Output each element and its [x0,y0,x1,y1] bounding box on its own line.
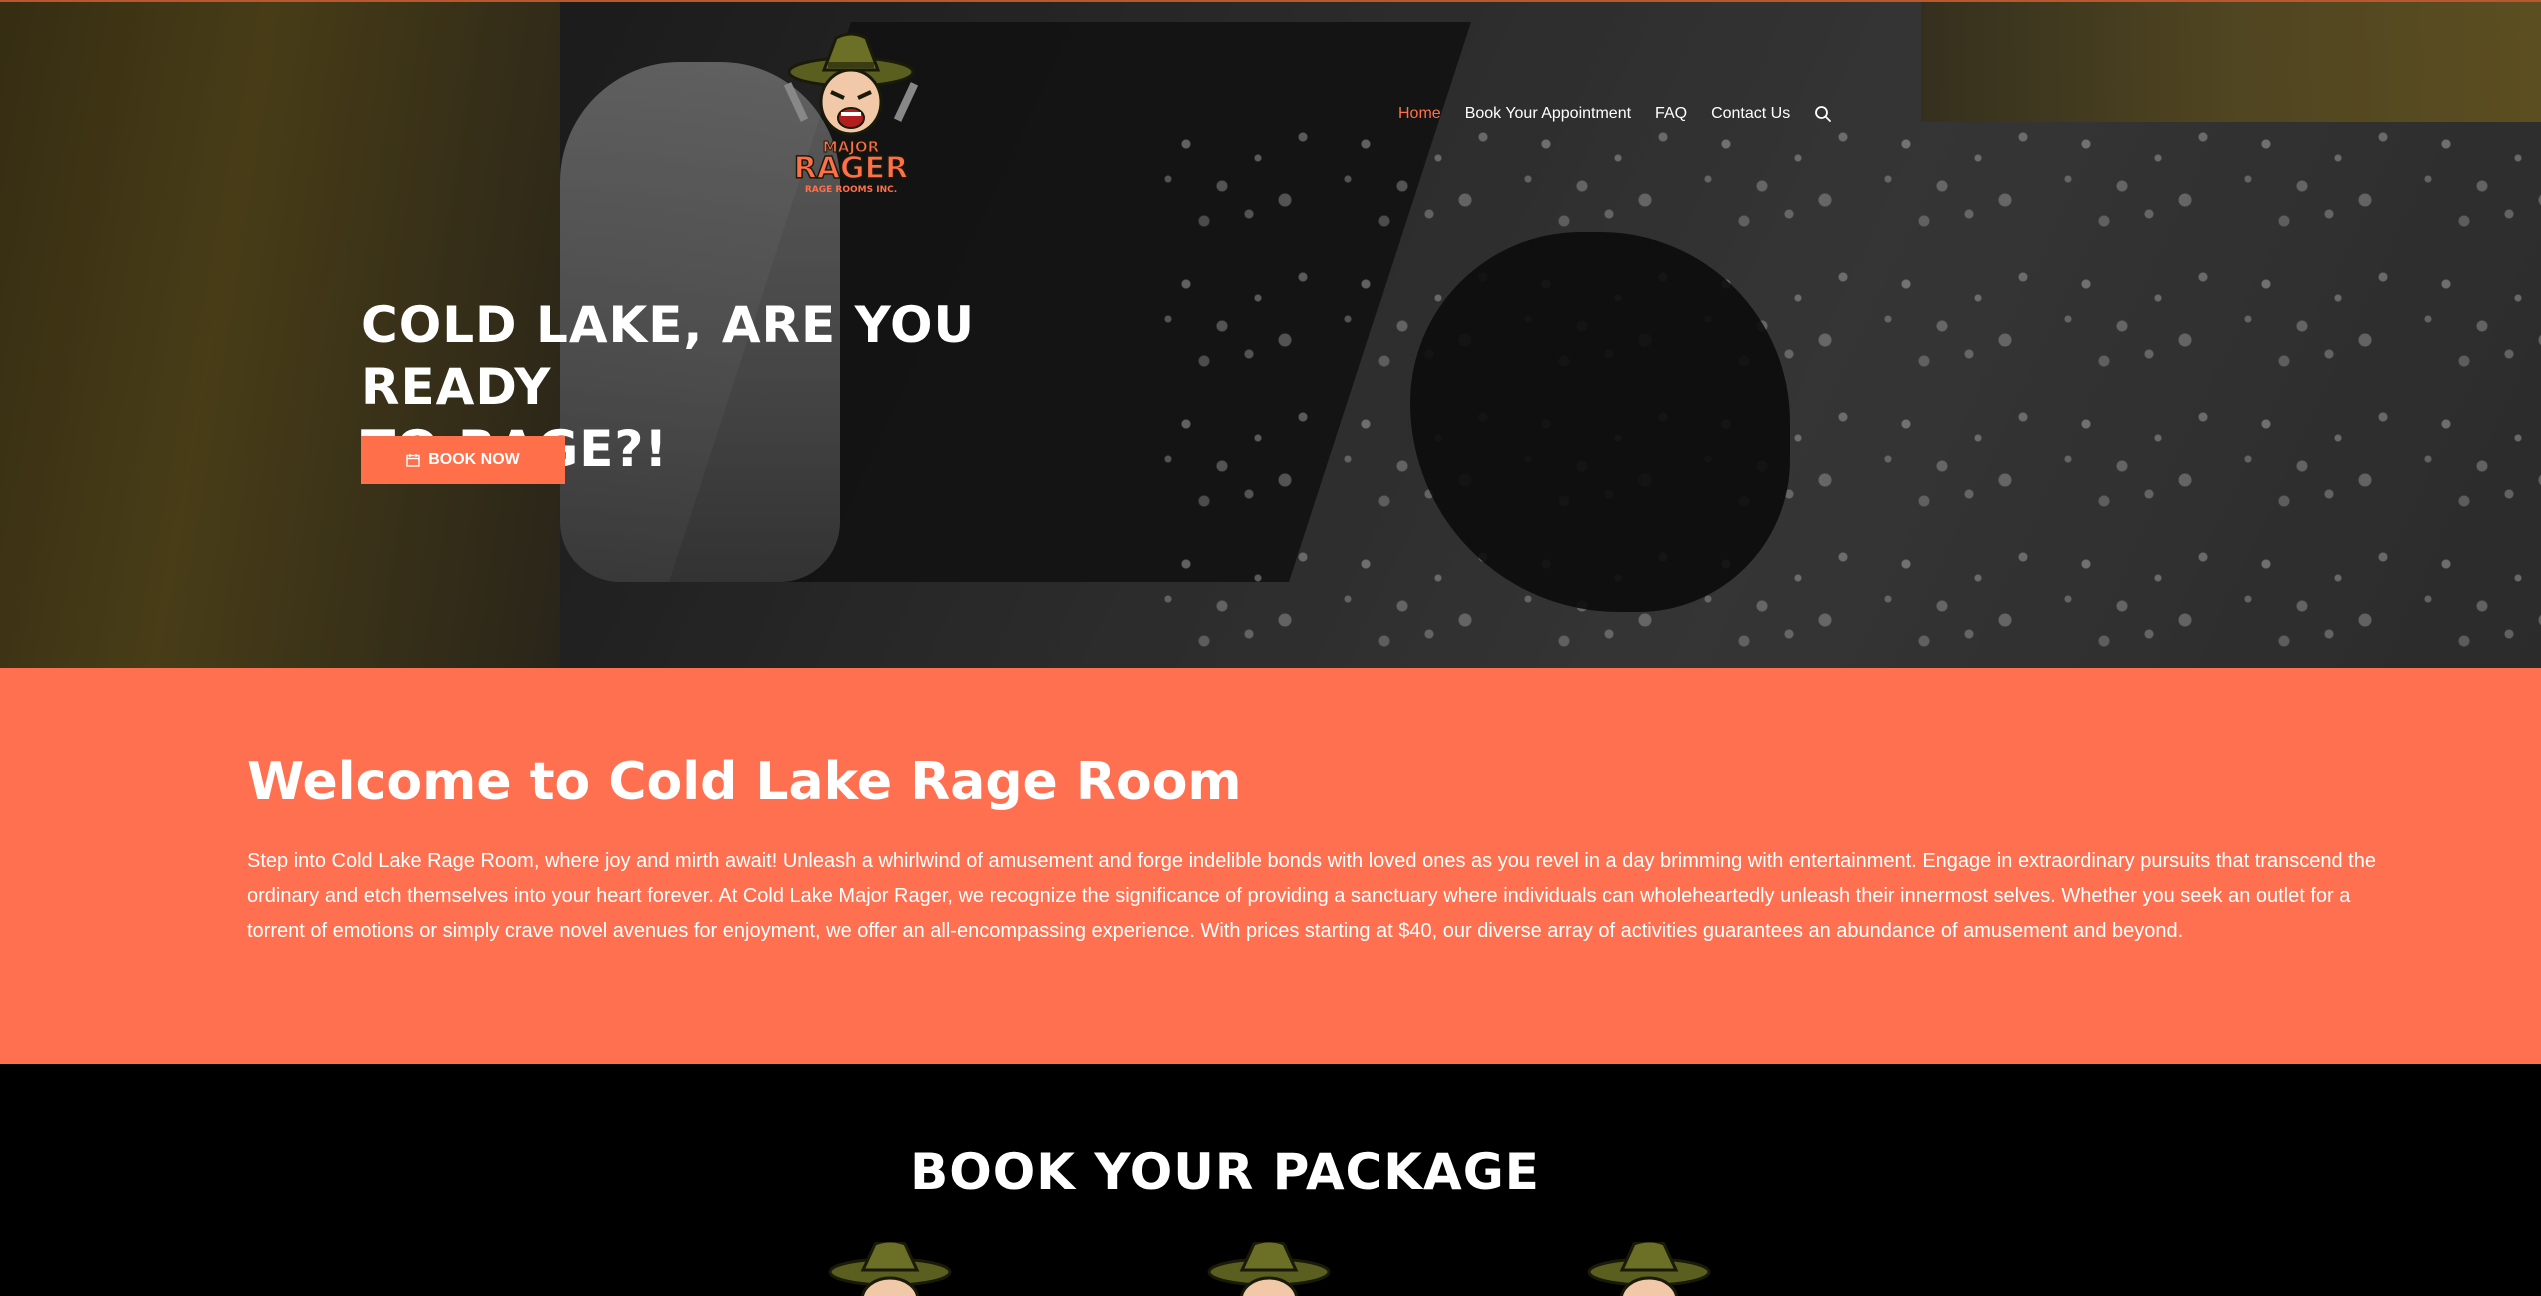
hero-section: MAJOR RAGER RAGE ROOMS INC. Home Book Yo… [0,0,2541,668]
package-logo [1207,1242,1331,1296]
package-logo [828,1242,952,1296]
welcome-section: Welcome to Cold Lake Rage Room Step into… [0,668,2541,1064]
packages-section: BOOK YOUR PACKAGE [0,1064,2541,1296]
nav-book-appointment[interactable]: Book Your Appointment [1465,105,1631,123]
main-nav: Home Book Your Appointment FAQ Contact U… [1398,102,1832,126]
nav-contact-us[interactable]: Contact Us [1711,105,1790,123]
logo-text-main: RAGER [794,151,909,186]
logo-text-sub: RAGE ROOMS INC. [805,185,897,195]
welcome-heading: Welcome to Cold Lake Rage Room [247,752,1242,812]
site-logo[interactable]: MAJOR RAGER RAGE ROOMS INC. [784,32,918,198]
hero-title-line1: COLD LAKE, ARE YOU READY [361,296,976,416]
book-now-button[interactable]: BOOK NOW [361,436,565,484]
welcome-body: Step into Cold Lake Rage Room, where joy… [247,850,2376,942]
nav-faq[interactable]: FAQ [1655,105,1687,123]
book-now-label: BOOK NOW [428,451,520,468]
packages-heading: BOOK YOUR PACKAGE [910,1143,1540,1201]
package-logo [1587,1242,1711,1296]
search-icon[interactable] [1814,105,1832,123]
calendar-icon [406,454,420,467]
nav-home[interactable]: Home [1398,105,1441,123]
